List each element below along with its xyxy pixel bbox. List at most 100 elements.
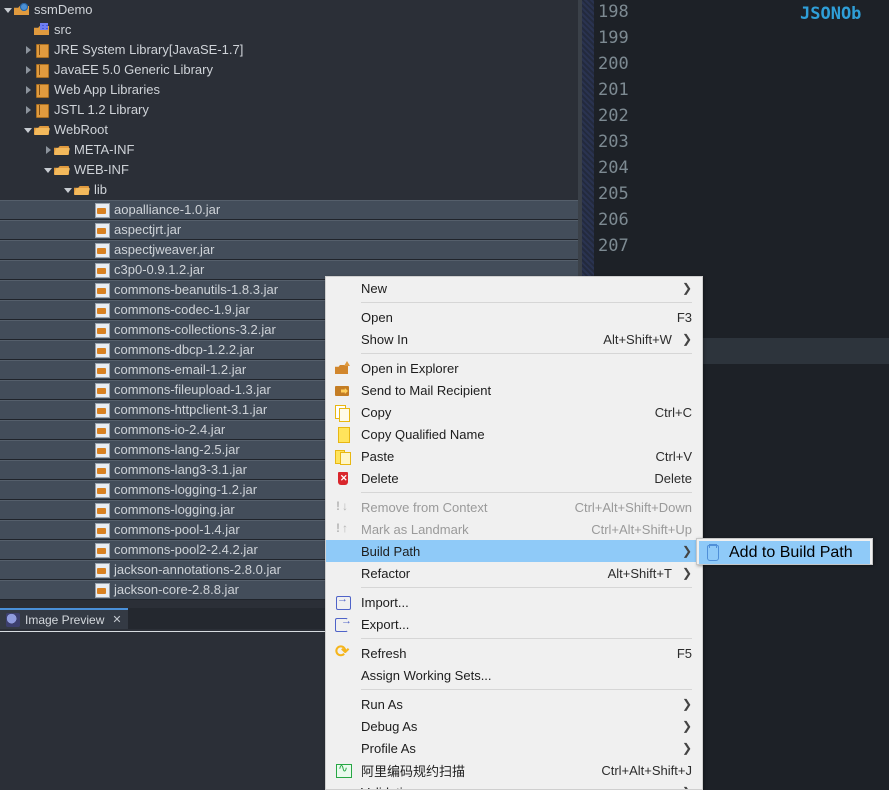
menu-item-label: Remove from Context <box>361 499 488 515</box>
menu-item[interactable]: Validation ❯ <box>326 781 702 790</box>
scan-icon <box>335 761 352 778</box>
code-token-jsonobject: JSONOb <box>800 4 862 24</box>
menu-item[interactable]: Copy Ctrl+C <box>326 401 702 423</box>
tree-item-label: Web App Libraries <box>54 82 160 97</box>
jar-icon <box>94 282 110 298</box>
menu-item[interactable]: Build Path ❯ <box>326 540 702 562</box>
chevron-right-icon: ❯ <box>681 566 692 580</box>
menu-item[interactable]: Delete Delete <box>326 467 702 489</box>
menu-item-label: Refresh <box>361 645 407 661</box>
tree-item-selected[interactable]: aspectjrt.jar <box>0 220 578 240</box>
menu-item[interactable]: Show In Alt+Shift+W ❯ <box>326 328 702 350</box>
menu-item-label: Paste <box>361 448 395 464</box>
menu-item[interactable]: Open F3 <box>326 306 702 328</box>
library-icon <box>34 42 50 58</box>
jar-icon <box>94 462 110 478</box>
tree-item-label: commons-beanutils-1.8.3.jar <box>114 282 279 297</box>
tree-item-label: commons-lang3-3.1.jar <box>114 462 247 477</box>
menu-item-label: Open <box>361 309 393 325</box>
chevron-right-icon[interactable] <box>24 65 34 75</box>
menu-item-label: Refactor <box>361 565 411 581</box>
tree-item[interactable]: JRE System Library [JavaSE-1.7] <box>0 40 578 60</box>
tree-item[interactable]: lib <box>0 180 578 200</box>
menu-item-shortcut: Alt+Shift+T <box>607 565 672 581</box>
chevron-right-icon[interactable] <box>24 85 34 95</box>
menu-item[interactable]: Refresh F5 <box>326 642 702 664</box>
menu-separator <box>361 638 692 639</box>
tab-image-preview[interactable]: Image Preview ✕ <box>0 608 128 629</box>
tree-item[interactable]: src <box>0 20 578 40</box>
tree-item-label: commons-logging-1.2.jar <box>114 482 258 497</box>
chevron-down-icon[interactable] <box>24 125 34 135</box>
tree-item[interactable]: JSTL 1.2 Library <box>0 100 578 120</box>
line-number: 205 <box>598 184 629 204</box>
chevron-right-icon[interactable] <box>24 105 34 115</box>
menu-item[interactable]: Open in Explorer <box>326 357 702 379</box>
tree-item-label: commons-io-2.4.jar <box>114 422 226 437</box>
tree-item[interactable]: ssmDemo <box>0 0 578 20</box>
paste-icon <box>335 448 351 465</box>
chevron-down-icon[interactable] <box>64 185 74 195</box>
jar-icon <box>94 582 110 598</box>
menu-item-label: New <box>361 280 388 296</box>
refresh-icon <box>335 642 351 662</box>
menu-item[interactable]: Add to Build Path <box>699 541 870 564</box>
copy-icon <box>335 404 351 422</box>
menu-item[interactable]: Export... <box>326 613 702 635</box>
menu-item-shortcut: Alt+Shift+W <box>603 331 672 347</box>
tree-item[interactable]: Web App Libraries <box>0 80 578 100</box>
chevron-right-icon: ❯ <box>681 741 692 755</box>
menu-item[interactable]: Import... <box>326 591 702 613</box>
tree-item-selected[interactable]: aopalliance-1.0.jar <box>0 200 578 220</box>
chevron-down-icon[interactable] <box>4 5 14 15</box>
menu-item[interactable]: Profile As ❯ <box>326 737 702 759</box>
menu-item[interactable]: New ❯ <box>326 277 702 299</box>
menu-item[interactable]: Send to Mail Recipient <box>326 379 702 401</box>
menu-item[interactable]: 阿里编码规约扫描 Ctrl+Alt+Shift+J <box>326 759 702 781</box>
tree-item[interactable]: WebRoot <box>0 120 578 140</box>
tree-item-selected[interactable]: aspectjweaver.jar <box>0 240 578 260</box>
chevron-down-icon[interactable] <box>44 165 54 175</box>
menu-item[interactable]: Run As ❯ <box>326 693 702 715</box>
chevron-right-icon: ❯ <box>681 281 692 295</box>
jar-icon <box>94 202 110 218</box>
build-path-submenu[interactable]: Add to Build Path <box>696 538 873 565</box>
tree-item-label: commons-pool2-2.4.2.jar <box>114 542 258 557</box>
chevron-right-icon[interactable] <box>24 45 34 55</box>
menu-item-label: Build Path <box>361 543 421 559</box>
tree-item-label: JRE System Library <box>54 42 169 57</box>
tree-item-label: aspectjrt.jar <box>114 222 182 237</box>
jar-icon <box>94 382 110 398</box>
menu-item-shortcut: Ctrl+C <box>654 404 692 420</box>
tree-item-label: jackson-annotations-2.8.0.jar <box>114 562 281 577</box>
tree-item[interactable]: JavaEE 5.0 Generic Library <box>0 60 578 80</box>
chevron-right-icon: ❯ <box>682 785 692 789</box>
context-menu[interactable]: New ❯ Open F3 Show In Alt+Shift+W ❯ Open in Exp… <box>325 276 703 790</box>
jar-icon <box>94 302 110 318</box>
line-number: 199 <box>598 28 629 48</box>
line-number: 203 <box>598 132 629 152</box>
menu-item-label: Profile As <box>361 740 416 756</box>
menu-item[interactable]: Paste Ctrl+V <box>326 445 702 467</box>
tree-item[interactable]: META-INF <box>0 140 578 160</box>
chevron-right-icon: ❯ <box>681 544 692 558</box>
menu-item[interactable]: Debug As ❯ <box>326 715 702 737</box>
close-icon[interactable]: ✕ <box>112 613 121 626</box>
menu-item[interactable]: Refactor Alt+Shift+T ❯ <box>326 562 702 584</box>
line-number: 204 <box>598 158 629 178</box>
menu-item-label: Assign Working Sets... <box>361 667 492 683</box>
folder-icon <box>54 142 70 158</box>
menu-item[interactable]: Copy Qualified Name <box>326 423 702 445</box>
menu-item-label: Validation <box>361 785 672 790</box>
jar-icon <box>94 402 110 418</box>
menu-item[interactable]: Assign Working Sets... <box>326 664 702 686</box>
tree-item[interactable]: WEB-INF <box>0 160 578 180</box>
jar-icon <box>94 262 110 278</box>
library-icon <box>34 82 50 98</box>
chevron-right-icon[interactable] <box>44 145 54 155</box>
